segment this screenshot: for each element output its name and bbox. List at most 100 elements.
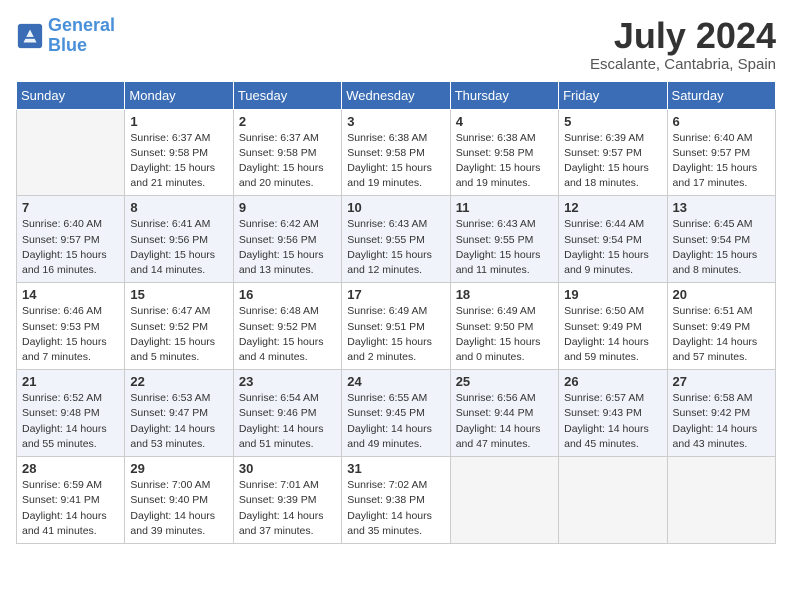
calendar-week-row: 1 Sunrise: 6:37 AMSunset: 9:58 PMDaylight… [17,109,776,196]
calendar-cell: 13 Sunrise: 6:45 AMSunset: 9:54 PMDayligh… [667,196,775,283]
calendar-cell: 28Sunrise: 6:59 AMSunset: 9:41 PMDayligh… [17,457,125,544]
calendar-cell: 2 Sunrise: 6:37 AMSunset: 9:58 PMDaylight… [233,109,341,196]
day-number: 1 [130,114,227,129]
day-info: Sunrise: 7:01 AMSunset: 9:39 PMDaylight:… [239,478,336,539]
weekday-header-saturday: Saturday [667,81,775,109]
weekday-header-monday: Monday [125,81,233,109]
calendar-cell: 9 Sunrise: 6:42 AMSunset: 9:56 PMDaylight… [233,196,341,283]
calendar-cell [17,109,125,196]
day-number: 25 [456,374,553,389]
calendar-cell: 30 Sunrise: 7:01 AMSunset: 9:39 PMDayligh… [233,457,341,544]
day-number: 13 [673,200,770,215]
day-number: 23 [239,374,336,389]
day-number: 27 [673,374,770,389]
calendar-cell [450,457,558,544]
calendar-week-row: 28Sunrise: 6:59 AMSunset: 9:41 PMDayligh… [17,457,776,544]
day-info: Sunrise: 6:46 AMSunset: 9:53 PMDaylight:… [22,304,119,365]
calendar-cell: 27 Sunrise: 6:58 AMSunset: 9:42 PMDayligh… [667,370,775,457]
day-info: Sunrise: 6:52 AMSunset: 9:48 PMDaylight:… [22,391,119,452]
day-number: 12 [564,200,661,215]
day-info: Sunrise: 6:51 AMSunset: 9:49 PMDaylight:… [673,304,770,365]
calendar-cell: 1 Sunrise: 6:37 AMSunset: 9:58 PMDaylight… [125,109,233,196]
day-number: 17 [347,287,444,302]
day-info: Sunrise: 6:40 AMSunset: 9:57 PMDaylight:… [673,131,770,192]
day-number: 6 [673,114,770,129]
day-number: 10 [347,200,444,215]
day-number: 16 [239,287,336,302]
day-info: Sunrise: 6:48 AMSunset: 9:52 PMDaylight:… [239,304,336,365]
calendar-cell: 12Sunrise: 6:44 AMSunset: 9:54 PMDayligh… [559,196,667,283]
location: Escalante, Cantabria, Spain [590,56,776,73]
logo: General Blue [16,16,115,56]
calendar-week-row: 7Sunrise: 6:40 AMSunset: 9:57 PMDaylight… [17,196,776,283]
calendar-cell: 24Sunrise: 6:55 AMSunset: 9:45 PMDayligh… [342,370,450,457]
calendar: SundayMondayTuesdayWednesdayThursdayFrid… [16,81,776,544]
day-number: 9 [239,200,336,215]
day-number: 31 [347,461,444,476]
day-number: 5 [564,114,661,129]
day-info: Sunrise: 6:53 AMSunset: 9:47 PMDaylight:… [130,391,227,452]
calendar-week-row: 21Sunrise: 6:52 AMSunset: 9:48 PMDayligh… [17,370,776,457]
weekday-header-wednesday: Wednesday [342,81,450,109]
calendar-cell: 14Sunrise: 6:46 AMSunset: 9:53 PMDayligh… [17,283,125,370]
day-number: 7 [22,200,119,215]
day-info: Sunrise: 6:43 AMSunset: 9:55 PMDaylight:… [456,217,553,278]
day-number: 11 [456,200,553,215]
day-info: Sunrise: 6:38 AMSunset: 9:58 PMDaylight:… [347,131,444,192]
calendar-cell: 23 Sunrise: 6:54 AMSunset: 9:46 PMDayligh… [233,370,341,457]
weekday-header-friday: Friday [559,81,667,109]
title-block: July 2024 Escalante, Cantabria, Spain [590,16,776,73]
day-info: Sunrise: 6:41 AMSunset: 9:56 PMDaylight:… [130,217,227,278]
calendar-cell: 19 Sunrise: 6:50 AMSunset: 9:49 PMDayligh… [559,283,667,370]
day-info: Sunrise: 6:39 AMSunset: 9:57 PMDaylight:… [564,131,661,192]
calendar-cell: 25 Sunrise: 6:56 AMSunset: 9:44 PMDayligh… [450,370,558,457]
day-number: 2 [239,114,336,129]
calendar-cell: 29 Sunrise: 7:00 AMSunset: 9:40 PMDayligh… [125,457,233,544]
calendar-cell: 11 Sunrise: 6:43 AMSunset: 9:55 PMDayligh… [450,196,558,283]
calendar-cell: 18 Sunrise: 6:49 AMSunset: 9:50 PMDayligh… [450,283,558,370]
day-number: 29 [130,461,227,476]
day-info: Sunrise: 6:38 AMSunset: 9:58 PMDaylight:… [456,131,553,192]
calendar-cell: 15 Sunrise: 6:47 AMSunset: 9:52 PMDayligh… [125,283,233,370]
day-number: 19 [564,287,661,302]
calendar-cell: 4 Sunrise: 6:38 AMSunset: 9:58 PMDaylight… [450,109,558,196]
page-header: General Blue July 2024 Escalante, Cantab… [16,16,776,73]
calendar-cell: 21Sunrise: 6:52 AMSunset: 9:48 PMDayligh… [17,370,125,457]
weekday-header-row: SundayMondayTuesdayWednesdayThursdayFrid… [17,81,776,109]
day-number: 4 [456,114,553,129]
calendar-cell: 3Sunrise: 6:38 AMSunset: 9:58 PMDaylight… [342,109,450,196]
day-info: Sunrise: 6:37 AMSunset: 9:58 PMDaylight:… [130,131,227,192]
day-info: Sunrise: 6:49 AMSunset: 9:50 PMDaylight:… [456,304,553,365]
day-number: 8 [130,200,227,215]
calendar-cell: 22Sunrise: 6:53 AMSunset: 9:47 PMDayligh… [125,370,233,457]
weekday-header-tuesday: Tuesday [233,81,341,109]
day-number: 30 [239,461,336,476]
calendar-cell: 10Sunrise: 6:43 AMSunset: 9:55 PMDayligh… [342,196,450,283]
calendar-cell: 26Sunrise: 6:57 AMSunset: 9:43 PMDayligh… [559,370,667,457]
calendar-week-row: 14Sunrise: 6:46 AMSunset: 9:53 PMDayligh… [17,283,776,370]
month-year: July 2024 [590,16,776,56]
day-number: 26 [564,374,661,389]
day-info: Sunrise: 6:37 AMSunset: 9:58 PMDaylight:… [239,131,336,192]
calendar-cell [667,457,775,544]
calendar-cell: 16 Sunrise: 6:48 AMSunset: 9:52 PMDayligh… [233,283,341,370]
day-info: Sunrise: 6:47 AMSunset: 9:52 PMDaylight:… [130,304,227,365]
weekday-header-sunday: Sunday [17,81,125,109]
day-info: Sunrise: 6:42 AMSunset: 9:56 PMDaylight:… [239,217,336,278]
day-number: 24 [347,374,444,389]
calendar-cell [559,457,667,544]
day-number: 20 [673,287,770,302]
day-number: 15 [130,287,227,302]
day-info: Sunrise: 6:50 AMSunset: 9:49 PMDaylight:… [564,304,661,365]
day-info: Sunrise: 6:45 AMSunset: 9:54 PMDaylight:… [673,217,770,278]
weekday-header-thursday: Thursday [450,81,558,109]
day-info: Sunrise: 6:56 AMSunset: 9:44 PMDaylight:… [456,391,553,452]
logo-text: General Blue [48,16,115,56]
day-number: 18 [456,287,553,302]
day-number: 28 [22,461,119,476]
day-info: Sunrise: 6:58 AMSunset: 9:42 PMDaylight:… [673,391,770,452]
calendar-cell: 5 Sunrise: 6:39 AMSunset: 9:57 PMDaylight… [559,109,667,196]
day-info: Sunrise: 7:00 AMSunset: 9:40 PMDaylight:… [130,478,227,539]
day-info: Sunrise: 6:54 AMSunset: 9:46 PMDaylight:… [239,391,336,452]
calendar-cell: 8 Sunrise: 6:41 AMSunset: 9:56 PMDaylight… [125,196,233,283]
